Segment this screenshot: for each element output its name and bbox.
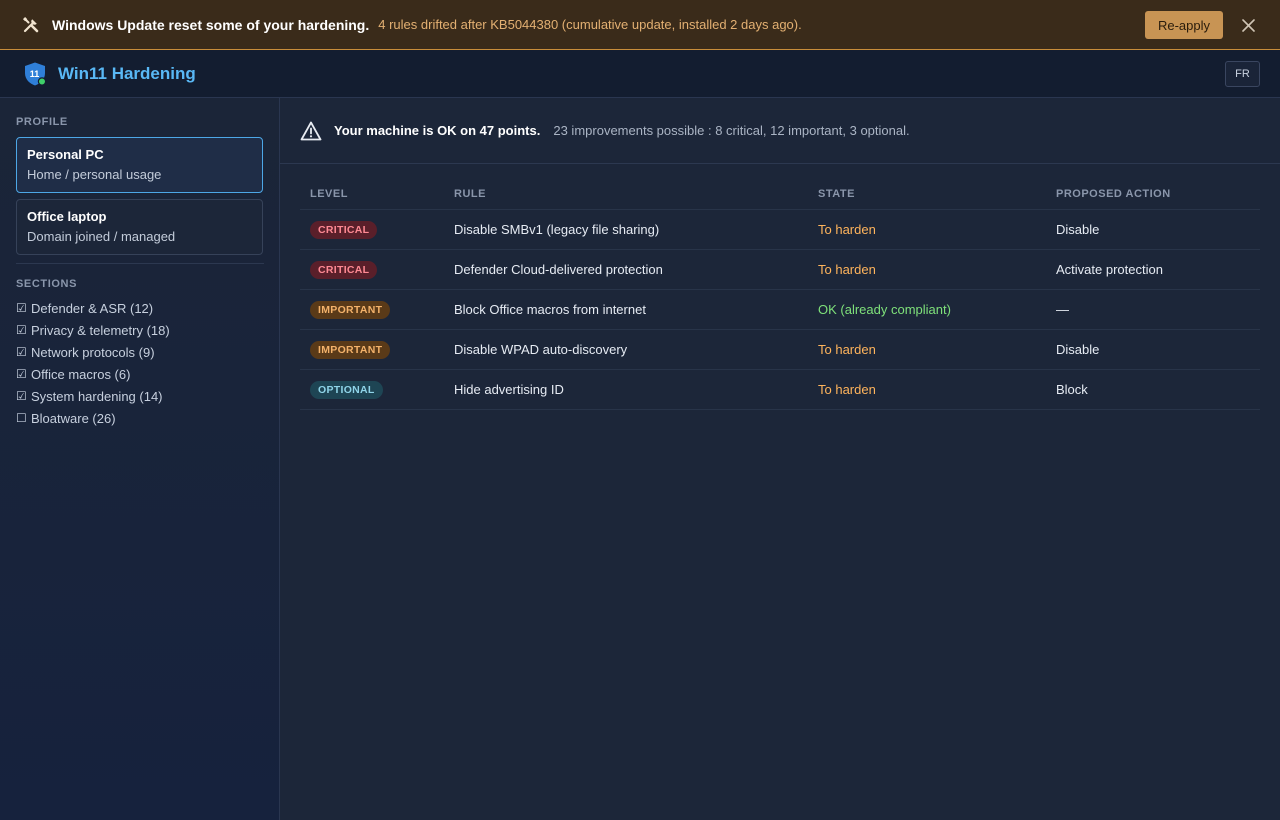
rule-name: Disable WPAD auto-discovery [454,342,628,357]
rule-state: To harden [818,262,876,277]
level-badge: CRITICAL [310,260,378,279]
section-label: Network protocols (9) [31,344,155,360]
summary-status: Your machine is OK on 47 points. [334,123,541,138]
section-label: Privacy & telemetry (18) [31,322,170,338]
banner-detail: 4 rules drifted after KB5044380 (cumulat… [378,17,802,32]
profile-subtitle: Home / personal usage [27,167,162,182]
proposed-action: Block [1056,382,1088,397]
summary-bar: Your machine is OK on 47 points. 23 impr… [280,98,1280,164]
section-item-bloatware[interactable]: ☐ Bloatware (26) [16,407,263,429]
sections-heading: SECTIONS [16,278,78,290]
banner-title: Windows Update reset some of your harden… [52,16,370,33]
warning-icon [300,121,322,141]
rule-name: Block Office macros from internet [454,302,646,317]
profile-card-office-laptop[interactable]: Office laptop Domain joined / managed [16,199,263,255]
section-item-system-hardening[interactable]: ☑ System hardening (14) [16,385,263,407]
proposed-action: Activate protection [1056,262,1163,277]
header-state: STATE [818,187,855,200]
checkbox-icon[interactable]: ☐ [16,411,30,425]
tools-icon [22,16,40,34]
checkbox-icon[interactable]: ☑ [16,301,30,315]
profile-card-personal-pc[interactable]: Personal PC Home / personal usage [16,137,263,193]
rule-state: To harden [818,382,876,397]
main-panel: Your machine is OK on 47 points. 23 impr… [280,98,1280,820]
section-item-privacy-telemetry[interactable]: ☑ Privacy & telemetry (18) [16,319,263,341]
checkbox-icon[interactable]: ☑ [16,367,30,381]
profile-subtitle: Domain joined / managed [27,229,176,244]
table-header: LEVEL RULE STATE PROPOSED ACTION [300,178,1260,210]
app-title: Win11 Hardening [58,63,196,83]
section-label: Defender & ASR (12) [31,300,154,316]
proposed-action: Disable [1056,342,1100,357]
section-label: System hardening (14) [31,388,163,404]
checkbox-icon[interactable]: ☑ [16,345,30,359]
profile-name: Office laptop [27,209,107,224]
logo-text: 11 [30,69,40,79]
table-row[interactable]: CRITICAL Disable SMBv1 (legacy file shar… [300,210,1260,250]
sidebar: PROFILE Personal PC Home / personal usag… [0,98,280,820]
drift-banner: Windows Update reset some of your harden… [0,0,1280,50]
proposed-action: — [1056,302,1069,317]
level-badge: IMPORTANT [310,340,391,359]
rule-state: To harden [818,222,876,237]
close-icon[interactable] [1238,15,1258,35]
level-badge: CRITICAL [310,220,378,239]
header-level: LEVEL [310,187,348,200]
level-badge: IMPORTANT [310,300,391,319]
table-row[interactable]: OPTIONAL Hide advertising ID To harden B… [300,370,1260,410]
table-row[interactable]: CRITICAL Defender Cloud-delivered protec… [300,250,1260,290]
profile-heading: PROFILE [16,116,68,128]
table-row[interactable]: IMPORTANT Block Office macros from inter… [300,290,1260,330]
sidebar-divider [16,263,264,264]
section-item-office-macros[interactable]: ☑ Office macros (6) [16,363,263,385]
language-button[interactable]: FR [1225,61,1260,87]
checkbox-icon[interactable]: ☑ [16,323,30,337]
checkbox-icon[interactable]: ☑ [16,389,30,403]
table-row[interactable]: IMPORTANT Disable WPAD auto-discovery To… [300,330,1260,370]
rule-name: Disable SMBv1 (legacy file sharing) [454,222,660,237]
proposed-action: Disable [1056,222,1100,237]
rule-state: OK (already compliant) [818,302,951,317]
rule-name: Hide advertising ID [454,382,564,397]
header-action: PROPOSED ACTION [1056,187,1171,200]
section-label: Office macros (6) [31,366,131,382]
section-item-network-protocols[interactable]: ☑ Network protocols (9) [16,341,263,363]
shield-logo-icon: 11 [22,61,48,87]
rules-table: LEVEL RULE STATE PROPOSED ACTION CRITICA… [300,178,1260,410]
app-header: 11 Win11 Hardening FR [0,50,1280,98]
section-item-defender-asr[interactable]: ☑ Defender & ASR (12) [16,297,263,319]
level-badge: OPTIONAL [310,380,383,399]
reapply-button[interactable]: Re-apply [1145,11,1223,39]
summary-detail: 23 improvements possible : 8 critical, 1… [553,123,910,138]
profile-name: Personal PC [27,147,104,162]
section-label: Bloatware (26) [31,410,116,426]
rule-name: Defender Cloud-delivered protection [454,262,663,277]
rule-state: To harden [818,342,876,357]
header-rule: RULE [454,187,486,200]
